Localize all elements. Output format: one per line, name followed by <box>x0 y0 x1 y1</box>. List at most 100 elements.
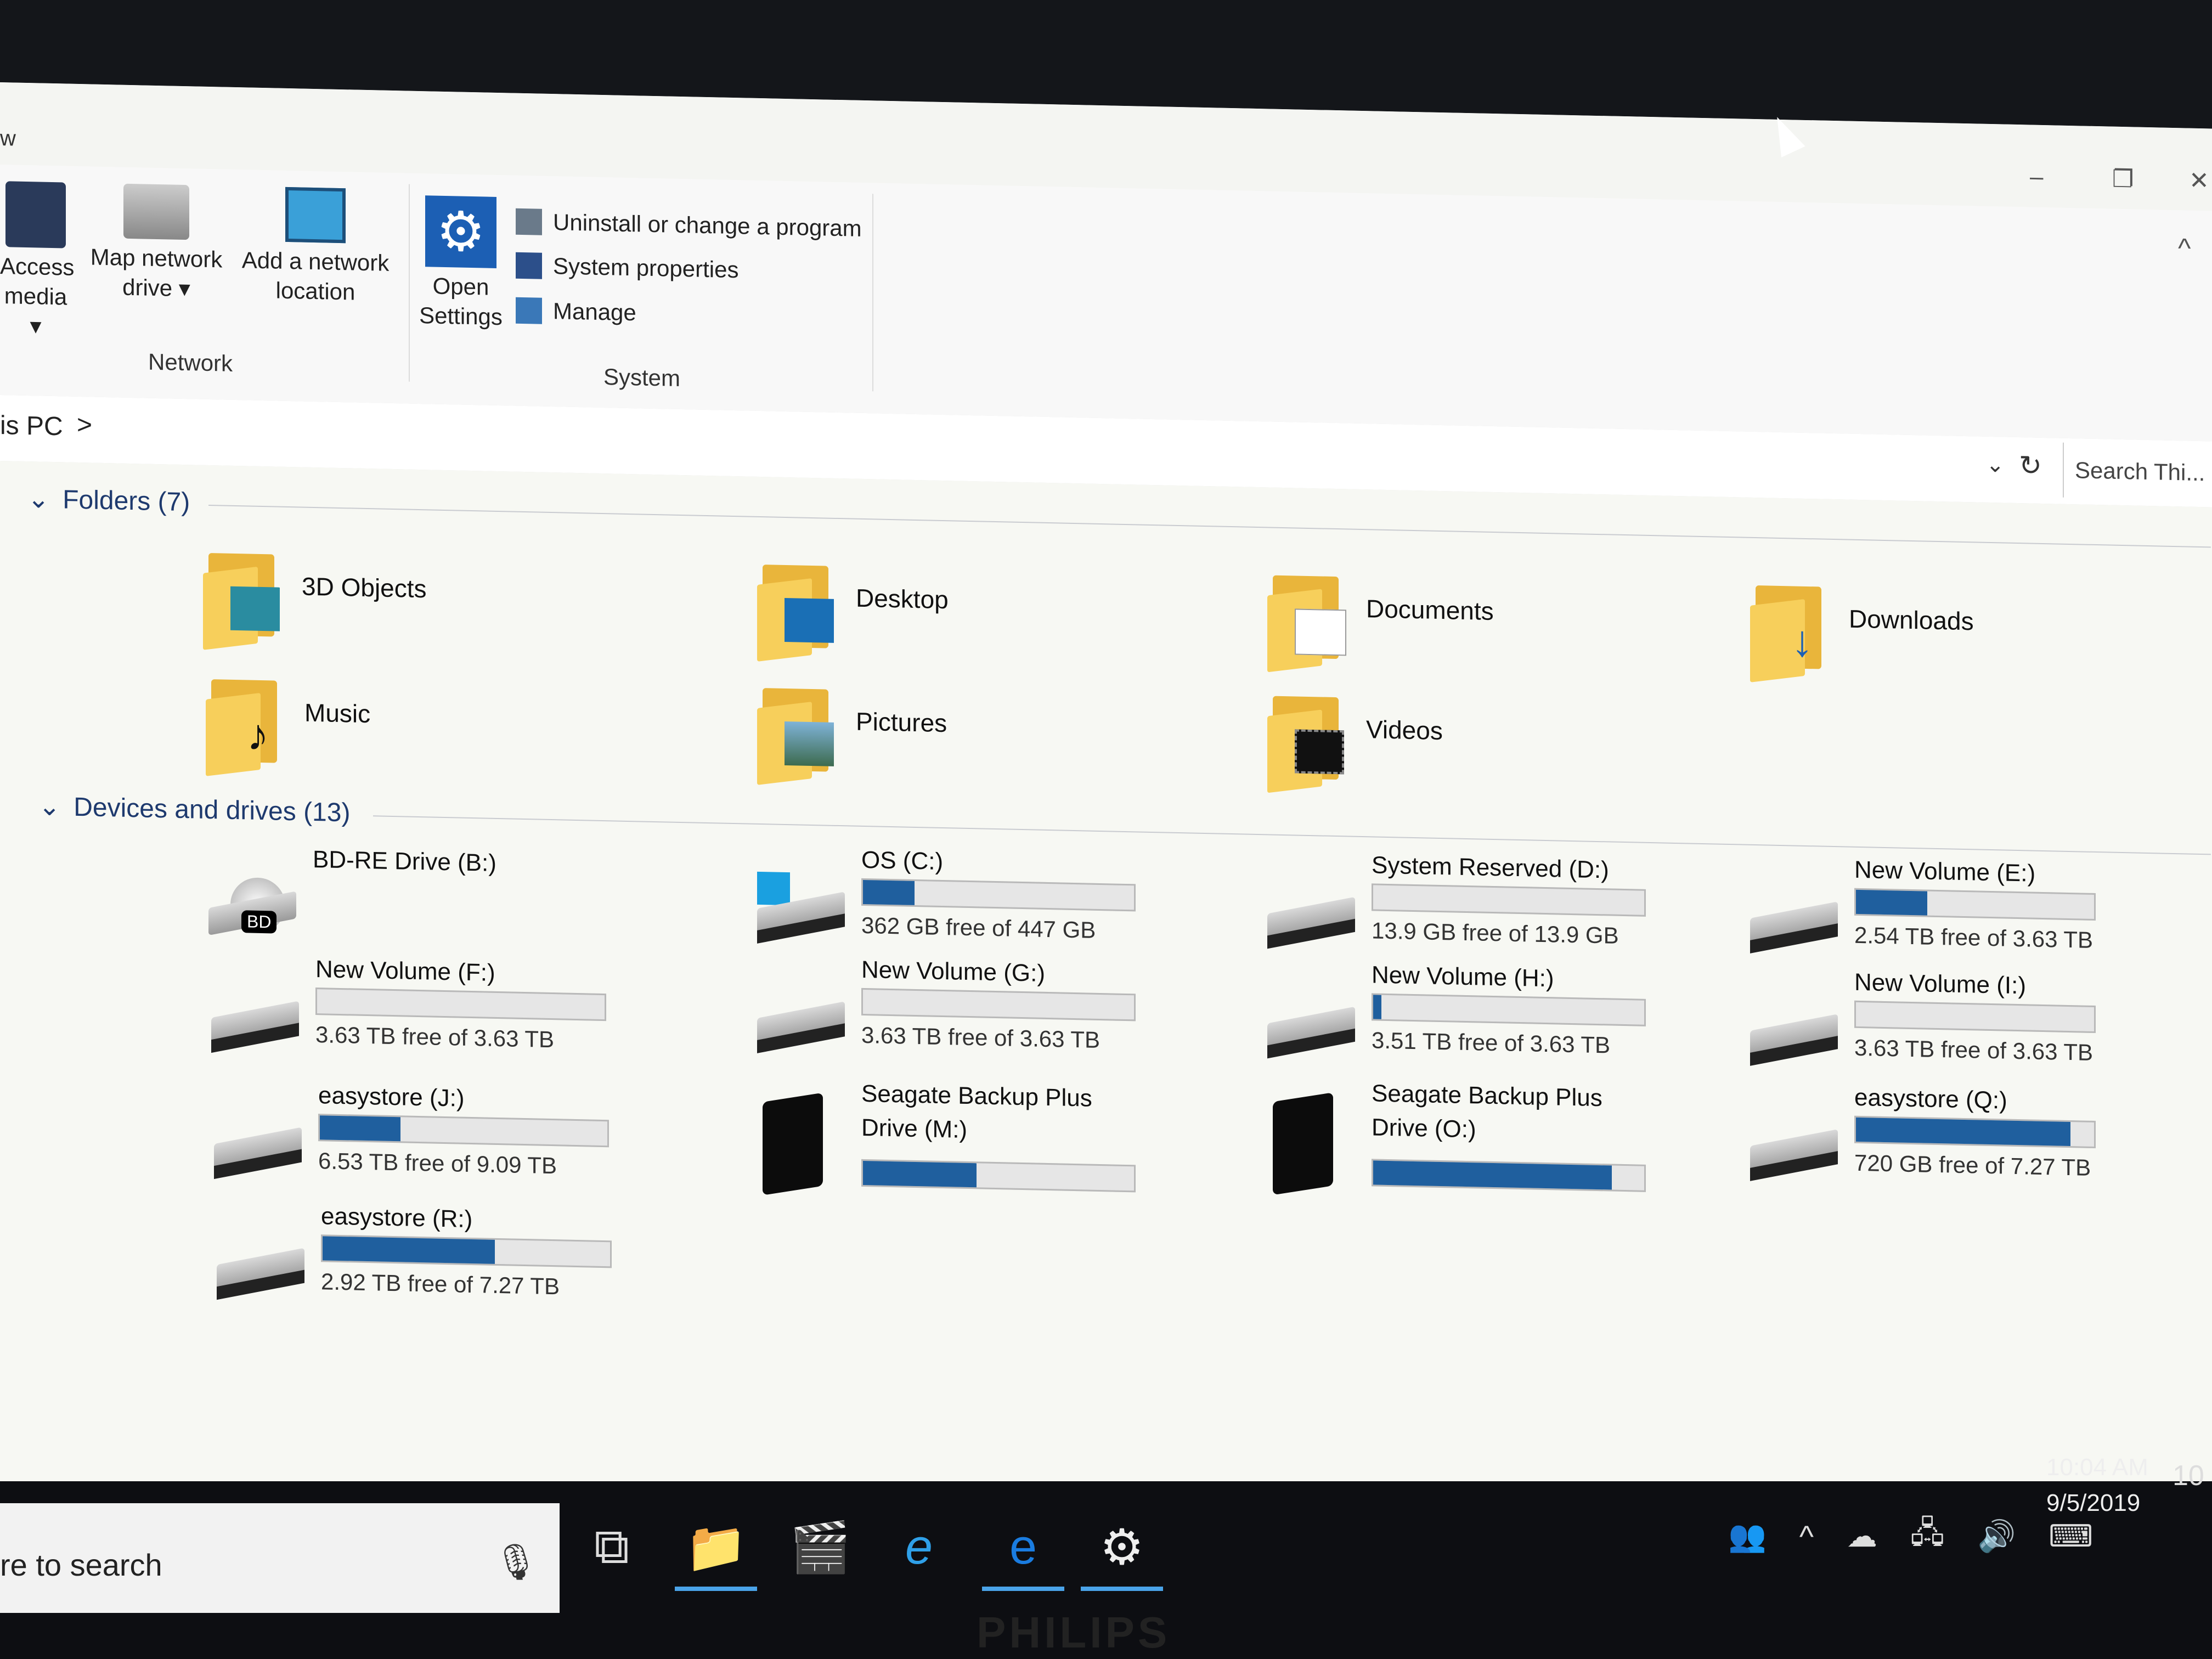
usage-bar <box>861 1159 1136 1193</box>
folders-section-header[interactable]: ⌄ Folders (7) <box>27 483 190 517</box>
downloads-icon: ↓ <box>1750 580 1832 682</box>
file-explorer-glyph: 📁 <box>685 1520 747 1575</box>
system-properties-icon <box>516 252 542 279</box>
folder-documents[interactable]: Documents <box>1267 569 1494 673</box>
pictures-icon <box>757 682 839 785</box>
usage-bar <box>321 1234 612 1268</box>
edge-icon[interactable]: e <box>977 1503 1070 1591</box>
add-network-line2: location <box>275 277 356 305</box>
hard-drive-icon <box>211 1233 304 1300</box>
manage-label: Manage <box>553 298 636 326</box>
map-network-line2: drive ▾ <box>122 274 190 302</box>
media-icon <box>5 181 66 249</box>
chevron-down-icon: ⌄ <box>27 484 50 514</box>
drive-name: New Volume (I:) <box>1854 968 2026 1000</box>
folder-3d-objects[interactable]: 3D Objects <box>203 548 427 650</box>
manage-button[interactable]: Manage <box>516 297 636 326</box>
onedrive-icon[interactable]: ☁ <box>1847 1518 1877 1554</box>
clock-time[interactable]: 10:04 AM <box>2046 1454 2148 1481</box>
file-explorer-icon[interactable]: 📁 <box>669 1503 763 1591</box>
uninstall-icon <box>516 208 542 235</box>
map-network-line1: Map network <box>90 244 223 273</box>
devices-section-header[interactable]: ⌄ Devices and drives (13) <box>38 791 350 828</box>
folder-downloads[interactable]: ↓ Downloads <box>1750 580 1974 682</box>
external-drive-icon <box>1262 1092 1355 1195</box>
keyboard-icon[interactable]: ⌨ <box>2049 1518 2093 1554</box>
clock-date[interactable]: 9/5/2019 <box>2046 1489 2140 1517</box>
drive-free-space: 3.63 TB free of 3.63 TB <box>861 1022 1101 1053</box>
folder-name: Documents <box>1366 594 1494 626</box>
microphone-icon[interactable]: 🎙 <box>494 1542 538 1583</box>
manage-icon <box>516 297 542 324</box>
chevron-down-icon[interactable]: ⌄ <box>1986 452 2005 478</box>
external-drive-icon <box>752 1092 845 1195</box>
drive-name: easystore (R:) <box>321 1203 473 1233</box>
folder-desktop[interactable]: Desktop <box>757 559 949 662</box>
usage-bar-fill <box>323 1236 495 1264</box>
access-media-button[interactable]: Access media ▾ <box>0 181 75 342</box>
collapse-ribbon-icon[interactable]: ^ <box>2178 232 2191 264</box>
chevron-right-icon[interactable]: > <box>77 410 92 441</box>
close-button[interactable]: ✕ <box>2189 167 2209 195</box>
documents-icon <box>1267 569 1350 673</box>
gear-icon: ⚙ <box>425 195 496 268</box>
folder-name: Pictures <box>856 707 947 738</box>
os-drive-icon <box>752 871 845 944</box>
refresh-icon[interactable]: ↻ <box>2019 449 2042 482</box>
file-explorer-window: w – ❐ ✕ Access media ▾ Map network drive… <box>0 82 2212 1533</box>
folder-name: Desktop <box>856 583 949 614</box>
music-icon: ♪ <box>206 674 288 776</box>
add-network-location-button[interactable]: Add a network location <box>236 186 395 308</box>
hard-drive-icon <box>1262 992 1355 1059</box>
access-media-line1: Access <box>0 253 75 280</box>
folders-header-label: Folders (7) <box>63 484 190 517</box>
network-location-icon <box>285 187 346 244</box>
add-network-line1: Add a network <box>241 247 390 276</box>
map-network-drive-button[interactable]: Map network drive ▾ <box>85 183 228 304</box>
restore-button[interactable]: ❐ <box>2112 165 2134 194</box>
uninstall-program-button[interactable]: Uninstall or change a program <box>516 208 862 242</box>
search-input[interactable]: Search Thi... <box>2063 442 2212 501</box>
usage-bar <box>861 878 1136 912</box>
folder-music[interactable]: ♪ Music <box>206 674 371 776</box>
drive-name: System Reserved (D:) <box>1372 851 1609 884</box>
open-settings-button[interactable]: ⚙ Open Settings <box>417 195 505 332</box>
window-title: w <box>0 126 16 151</box>
videos-icon <box>1267 690 1350 793</box>
drive-name: BD-RE Drive (B:) <box>313 845 496 877</box>
task-view-icon[interactable]: ⧉ <box>565 1503 658 1591</box>
volume-icon[interactable]: 🔊 <box>1977 1518 2016 1554</box>
open-settings-line2: Settings <box>419 302 503 330</box>
monitor-brand-logo: PHILIPS <box>977 1608 1171 1657</box>
drive-free-space: 13.9 GB free of 13.9 GB <box>1372 917 1619 949</box>
usage-bar <box>318 1114 609 1148</box>
folder-videos[interactable]: Videos <box>1267 690 1443 793</box>
media-player-icon[interactable]: 🎬 <box>774 1503 867 1591</box>
breadcrumb[interactable]: is PC <box>0 410 63 442</box>
settings-icon[interactable]: ⚙ <box>1075 1503 1169 1591</box>
uninstall-label: Uninstall or change a program <box>553 209 862 241</box>
active-indicator <box>1081 1587 1163 1591</box>
section-divider <box>373 815 2211 855</box>
system-properties-button[interactable]: System properties <box>516 252 738 284</box>
folder-pictures[interactable]: Pictures <box>757 682 947 785</box>
minimize-button[interactable]: – <box>2030 163 2043 191</box>
usage-bar-fill <box>1856 889 1928 916</box>
hard-drive-icon <box>208 1113 302 1180</box>
drive-name: Seagate Backup Plus Drive (M:) <box>861 1080 1092 1143</box>
notifications-icon[interactable]: 10 <box>2172 1459 2204 1492</box>
drive-name: easystore (Q:) <box>1854 1084 2007 1114</box>
system-tray: 👥 ^ ☁ 🖧 🔊 ⌨ <box>1728 1481 2093 1591</box>
network-icon[interactable]: 🖧 <box>1910 1510 1944 1562</box>
people-icon[interactable]: 👥 <box>1728 1518 1767 1554</box>
hard-drive-icon <box>1745 1115 1838 1181</box>
chevron-up-icon[interactable]: ^ <box>1799 1519 1814 1554</box>
folder-name: Music <box>304 698 371 729</box>
drive-free-space: 3.63 TB free of 3.63 TB <box>315 1022 555 1053</box>
taskbar-search[interactable]: re to search 🎙 <box>0 1503 560 1613</box>
internet-explorer-icon[interactable]: e <box>872 1503 966 1591</box>
ribbon-separator <box>409 184 410 382</box>
taskbar-search-text: re to search <box>0 1548 162 1582</box>
ribbon-separator <box>872 194 873 392</box>
ribbon: Access media ▾ Map network drive ▾ Add a… <box>0 165 2212 443</box>
